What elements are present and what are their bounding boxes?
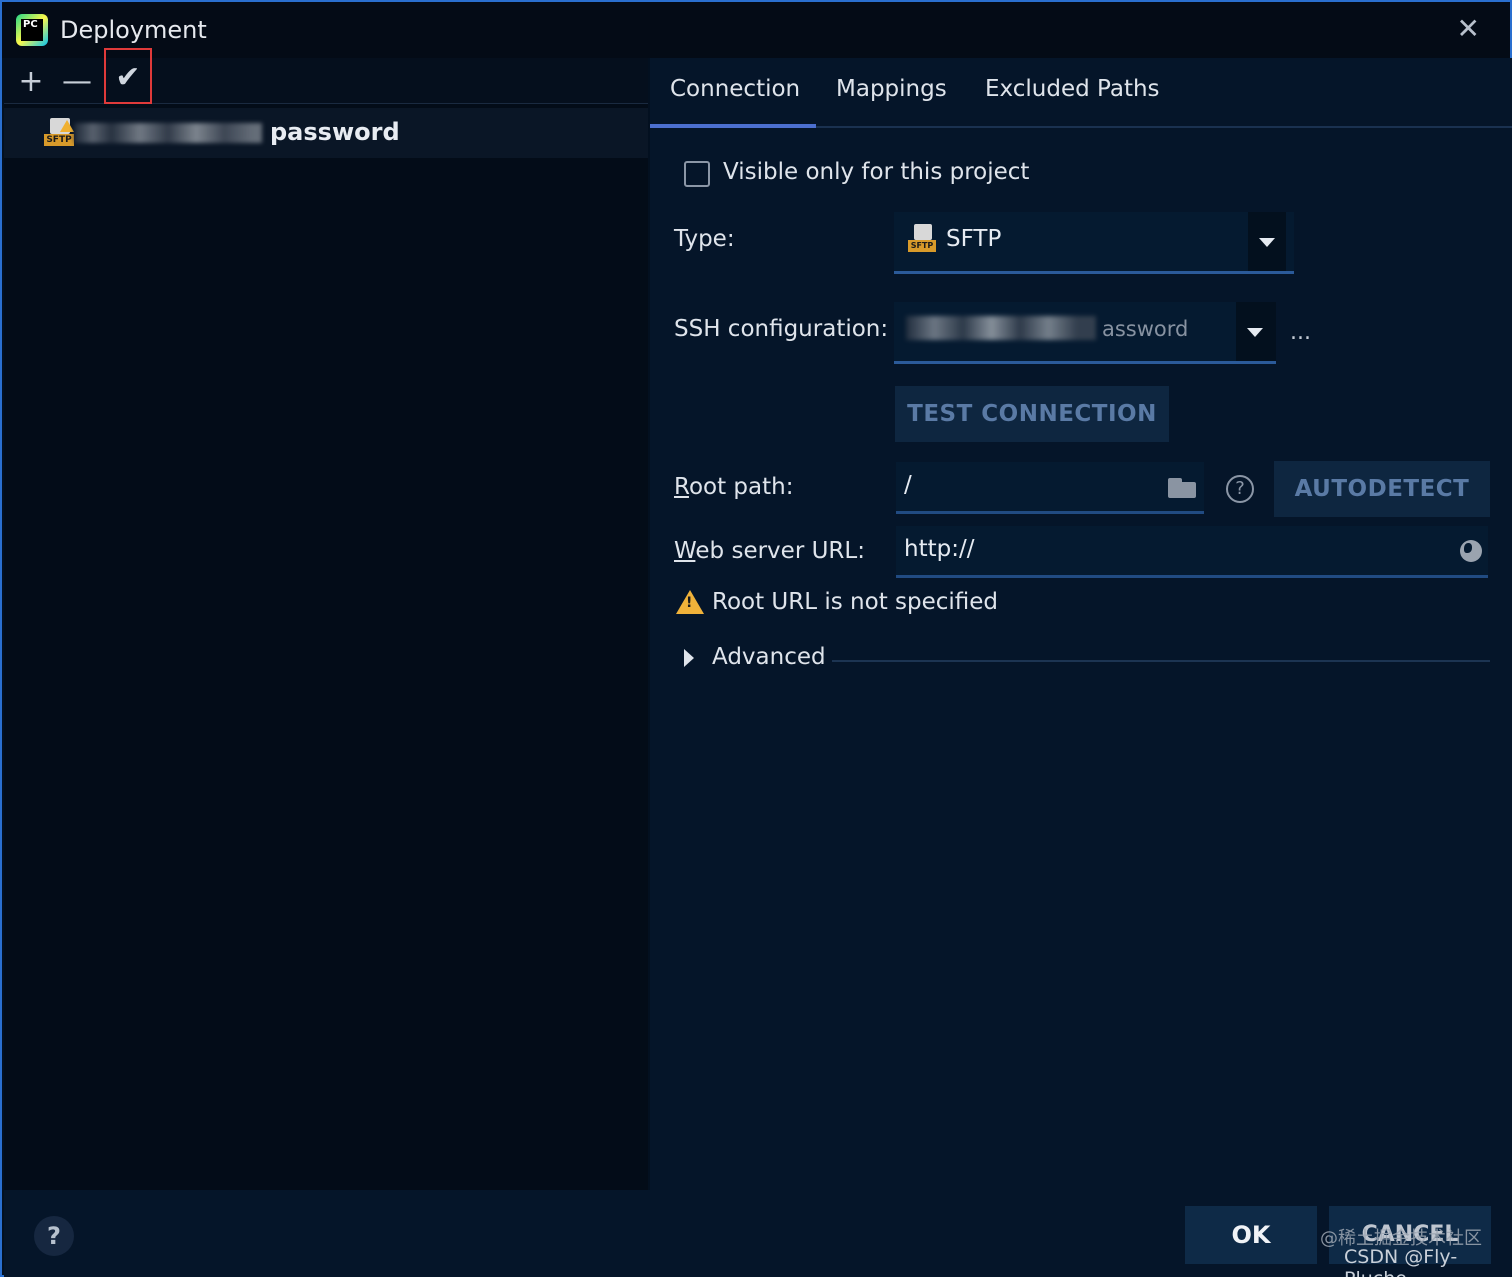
ssh-config-value: assword <box>1102 317 1189 341</box>
app-icon-text: PC <box>21 19 43 41</box>
web-url-label-rest: eb server URL: <box>695 538 865 564</box>
settings-tabs: Connection Mappings Excluded Paths <box>650 58 1512 128</box>
remove-server-button[interactable]: — <box>56 62 98 102</box>
root-path-label: Root path: <box>674 474 793 500</box>
redacted-ssh-config <box>906 316 1096 340</box>
close-icon[interactable]: ✕ <box>1457 14 1480 44</box>
warning-icon-mark: ! <box>686 595 693 611</box>
root-path-mnemonic: R <box>674 474 689 500</box>
web-server-url-input[interactable]: http:// <box>896 526 1488 578</box>
advanced-separator <box>832 660 1490 662</box>
server-list-item[interactable]: SFTP password <box>4 108 648 158</box>
advanced-section-toggle[interactable]: Advanced <box>712 644 826 670</box>
tab-mappings[interactable]: Mappings <box>836 76 947 102</box>
ssh-config-more-button[interactable]: ... <box>1290 320 1311 345</box>
folder-icon[interactable] <box>1168 478 1196 498</box>
web-url-mnemonic: W <box>674 538 696 564</box>
add-server-button[interactable]: + <box>10 62 52 102</box>
server-name: password <box>270 118 400 146</box>
dialog-footer: ? OK CANCEL @稀土掘金技术社区 CSDN @Fly-Pluche <box>4 1190 1512 1277</box>
sftp-server-icon: SFTP <box>44 118 76 148</box>
server-list-panel: + — ✔ SFTP password <box>4 48 648 1190</box>
type-select[interactable]: SFTP SFTP <box>894 212 1294 274</box>
redacted-server-name <box>74 123 262 143</box>
folder-body-shape <box>1168 482 1196 498</box>
type-label: Type: <box>674 226 735 252</box>
root-path-input[interactable]: / <box>896 462 1204 514</box>
root-path-help-icon[interactable]: ? <box>1226 475 1254 503</box>
sftp-icon-label: SFTP <box>44 134 74 146</box>
sftp-type-icon-label: SFTP <box>908 240 936 252</box>
help-icon[interactable]: ? <box>34 1216 74 1256</box>
use-as-default-button[interactable]: ✔ <box>104 48 152 104</box>
active-tab-indicator <box>650 124 816 128</box>
sftp-type-icon: SFTP <box>908 224 938 254</box>
tab-connection[interactable]: Connection <box>670 76 800 102</box>
chevron-down-icon[interactable] <box>1236 302 1276 361</box>
test-connection-button[interactable]: TEST CONNECTION <box>895 386 1169 442</box>
server-list-toolbar: + — ✔ <box>4 48 648 104</box>
web-server-url-value: http:// <box>904 536 975 562</box>
tab-excluded-paths[interactable]: Excluded Paths <box>985 76 1160 102</box>
visible-only-checkbox[interactable] <box>684 161 710 187</box>
server-settings-panel: Connection Mappings Excluded Paths Visib… <box>650 58 1512 1190</box>
window-title: Deployment <box>60 16 207 44</box>
chevron-down-icon[interactable] <box>1248 212 1286 271</box>
deployment-dialog: PC Deployment ✕ + — ✔ SFTP password Conn… <box>0 0 1512 1277</box>
csdn-watermark: CSDN @Fly-Pluche <box>1344 1246 1458 1277</box>
ok-button[interactable]: OK <box>1185 1206 1317 1264</box>
visible-only-label: Visible only for this project <box>723 159 1030 185</box>
root-path-value: / <box>904 472 912 498</box>
autodetect-button[interactable]: AUTODETECT <box>1274 461 1490 517</box>
ssh-config-label: SSH configuration: <box>674 316 889 342</box>
root-url-warning-text: Root URL is not specified <box>712 589 999 615</box>
drive-shape <box>914 224 932 240</box>
pycharm-app-icon: PC <box>16 14 48 46</box>
root-path-label-rest: oot path: <box>688 474 794 500</box>
globe-icon[interactable] <box>1460 540 1482 562</box>
warning-badge-icon <box>60 120 74 132</box>
web-server-url-label: Web server URL: <box>674 538 865 564</box>
title-bar: PC Deployment ✕ <box>2 2 1510 58</box>
type-value: SFTP <box>946 226 1002 252</box>
ssh-config-select[interactable]: assword <box>894 302 1276 364</box>
expand-arrow-icon[interactable] <box>684 649 694 667</box>
